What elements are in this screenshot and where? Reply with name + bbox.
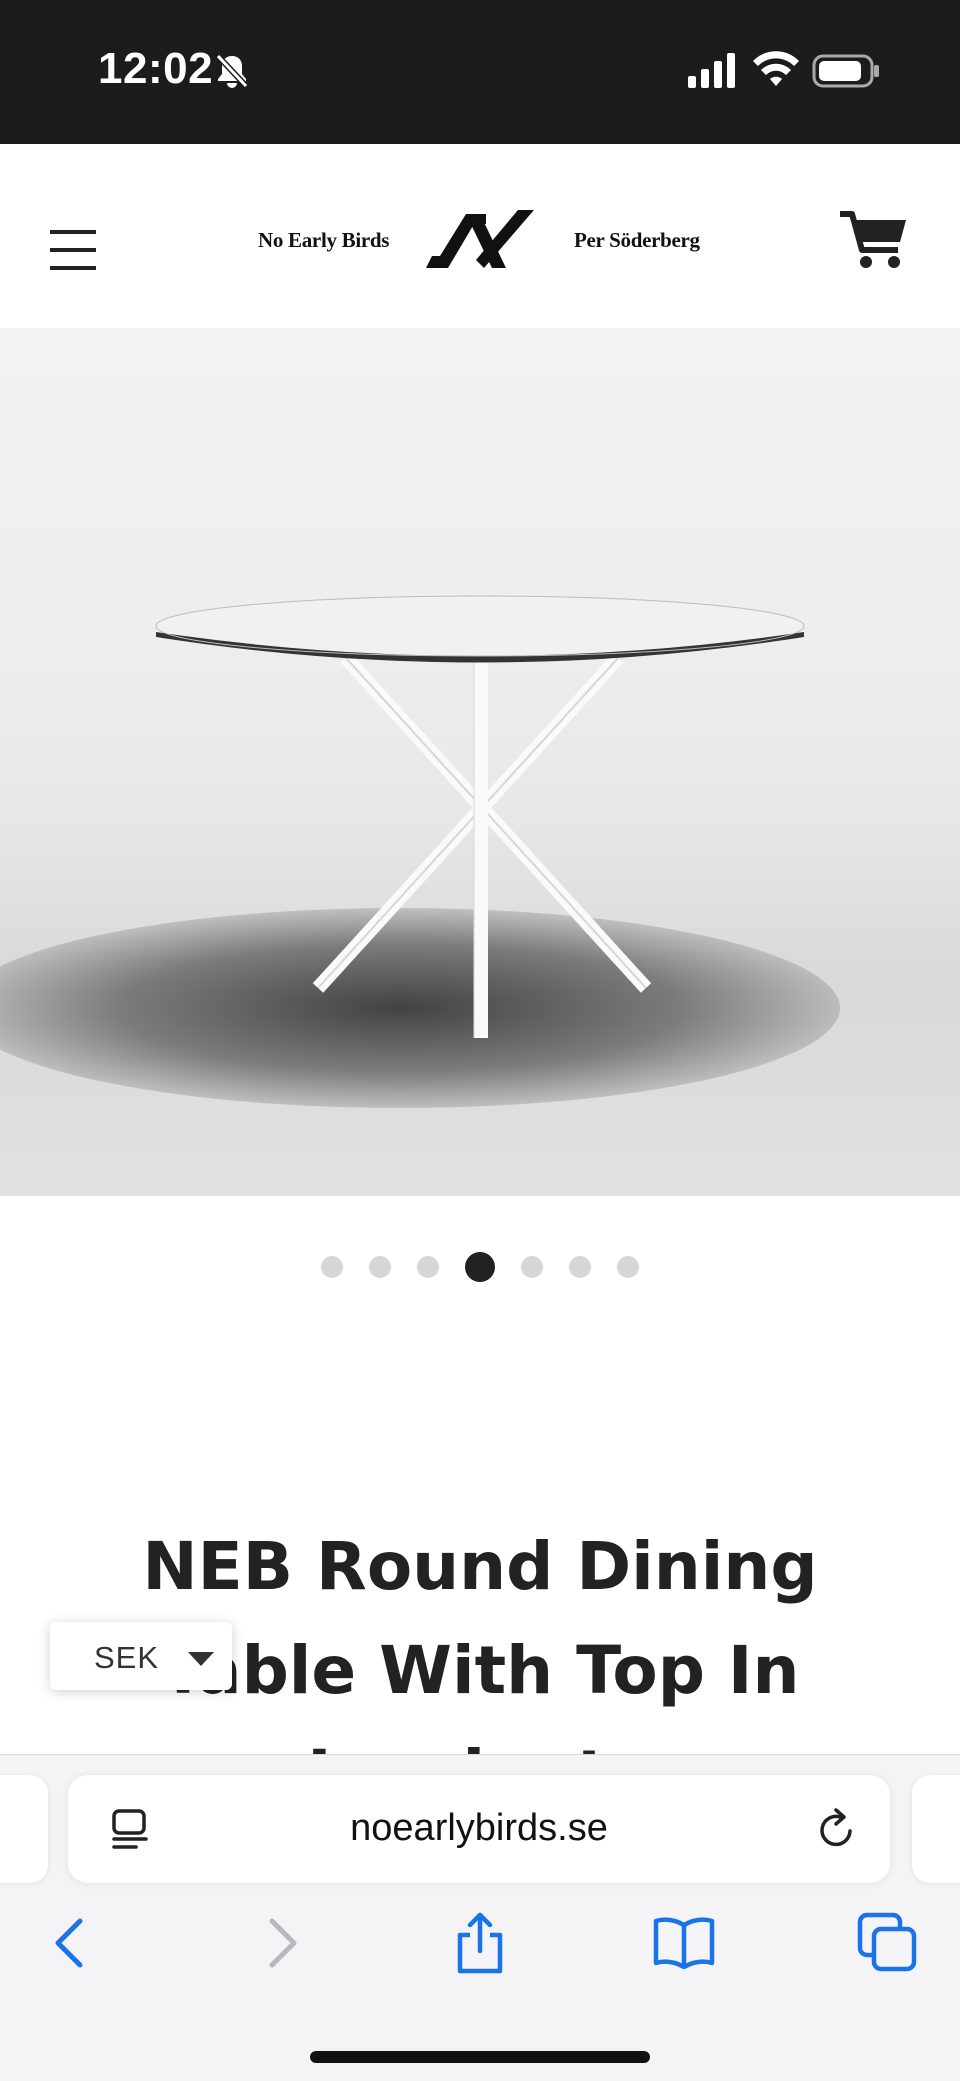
gallery-dot-active[interactable]	[465, 1252, 495, 1282]
gallery-dot[interactable]	[369, 1256, 391, 1278]
tabs-icon[interactable]	[856, 1911, 920, 1975]
gallery-dot[interactable]	[521, 1256, 543, 1278]
gallery-dots	[0, 1252, 960, 1282]
url-text[interactable]: noearlybirds.se	[68, 1807, 890, 1850]
gallery-dot[interactable]	[569, 1256, 591, 1278]
bookmarks-icon[interactable]	[652, 1911, 716, 1975]
status-bar: 12:02	[0, 0, 960, 144]
product-title-line: NEB Round Dining	[142, 1528, 818, 1605]
back-icon[interactable]	[40, 1911, 104, 1975]
bell-slash-icon	[215, 53, 249, 89]
product-image[interactable]	[0, 328, 960, 1196]
address-bar[interactable]: noearlybirds.se	[68, 1775, 890, 1883]
share-icon[interactable]	[448, 1911, 512, 1975]
reload-icon[interactable]	[814, 1807, 858, 1851]
brand-name-left[interactable]: No Early Birds	[258, 228, 389, 253]
previous-tab-preview[interactable]	[0, 1775, 48, 1883]
brand-name-right[interactable]: Per Söderberg	[574, 228, 700, 253]
hamburger-menu-icon[interactable]	[50, 230, 96, 270]
gallery-dot[interactable]	[617, 1256, 639, 1278]
cart-icon[interactable]	[838, 210, 908, 270]
forward-icon[interactable]	[248, 1911, 312, 1975]
table-illustration	[155, 595, 805, 1038]
status-time: 12:02	[98, 44, 214, 93]
caret-down-icon	[188, 1652, 214, 1666]
nx-logo-icon[interactable]	[426, 210, 534, 270]
battery-icon	[812, 54, 879, 88]
site-header: No Early Birds Per Söderberg	[0, 144, 960, 328]
browser-toolbar: noearlybirds.se	[0, 1754, 960, 2081]
cellular-signal-icon	[688, 53, 735, 88]
wifi-icon	[753, 51, 799, 86]
gallery-dot[interactable]	[321, 1256, 343, 1278]
next-tab-preview[interactable]	[912, 1775, 960, 1883]
product-title-line: Table With Top In	[160, 1632, 800, 1709]
currency-value: SEK	[94, 1640, 160, 1675]
currency-selector[interactable]: SEK	[50, 1622, 232, 1690]
gallery-dot[interactable]	[417, 1256, 439, 1278]
home-indicator[interactable]	[310, 2051, 650, 2063]
